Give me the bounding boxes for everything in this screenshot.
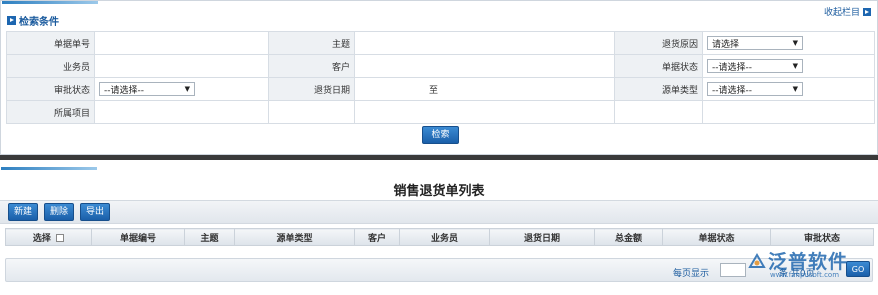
watermark-brand: 泛普软件: [768, 251, 849, 273]
expand-arrow-icon: [7, 16, 16, 25]
return-reason-value: 请选择: [712, 39, 740, 50]
list-toolbar: 新建 删除 导出: [0, 200, 878, 224]
approval-status-cell: --请选择-- ▼: [94, 77, 269, 101]
dropdown-arrow-icon: ▼: [184, 85, 190, 93]
search-panel-header: 检索条件: [7, 13, 59, 28]
search-button-row: 检索: [7, 124, 875, 147]
search-row: 单据单号 主题 退货原因 请选择 ▼: [6, 31, 875, 55]
column-header[interactable]: 主题: [184, 228, 235, 246]
search-panel: 检索条件 收起栏目 单据单号 主题 退货原因 请选择 ▼ 业务员 客户 单据状态…: [0, 0, 878, 155]
search-panel-title: 检索条件: [19, 17, 59, 28]
empty-cell: [614, 100, 703, 124]
column-header[interactable]: 审批状态: [770, 228, 874, 246]
salesperson-label: 业务员: [6, 54, 95, 78]
search-row: 业务员 客户 单据状态 --请选择-- ▼: [6, 54, 875, 78]
doc-status-cell: --请选择-- ▼: [702, 54, 875, 78]
dropdown-arrow-icon: ▼: [792, 39, 798, 47]
search-button[interactable]: 检索: [422, 126, 459, 145]
salesperson-input[interactable]: [94, 54, 269, 78]
list-table: 选择 单据编号 主题 源单类型 客户 业务员 退货日期 总金额 单据状态 审批状…: [5, 228, 874, 246]
panel-accent-bar: [2, 1, 98, 4]
column-header[interactable]: 业务员: [399, 228, 490, 246]
return-reason-cell: 请选择 ▼: [702, 31, 875, 55]
approval-status-label: 审批状态: [6, 77, 95, 101]
column-header[interactable]: 单据状态: [662, 228, 771, 246]
go-button[interactable]: GO: [846, 261, 870, 277]
column-header[interactable]: 单据编号: [91, 228, 185, 246]
per-page-label: 每页显示: [673, 269, 710, 279]
subject-input[interactable]: [354, 31, 615, 55]
watermark-url: www.fanpusoft.com: [770, 271, 840, 279]
doc-status-label: 单据状态: [614, 54, 703, 78]
date-range-separator: 至: [429, 85, 439, 96]
order-no-label: 单据单号: [6, 31, 95, 55]
empty-cell: [702, 100, 875, 124]
export-button[interactable]: 导出: [80, 203, 111, 221]
table-header-row: 选择 单据编号 主题 源单类型 客户 业务员 退货日期 总金额 单据状态 审批状…: [5, 228, 874, 246]
approval-status-select[interactable]: --请选择-- ▼: [99, 82, 195, 96]
column-header[interactable]: 退货日期: [489, 228, 595, 246]
project-input[interactable]: [94, 100, 269, 124]
select-all-checkbox[interactable]: [56, 234, 65, 242]
source-type-value: --请选择--: [712, 85, 752, 96]
column-header-select: 选择: [5, 228, 92, 246]
delete-button[interactable]: 删除: [44, 203, 75, 221]
empty-cell: [354, 100, 615, 124]
dropdown-arrow-icon: ▼: [792, 62, 798, 70]
empty-cell: [268, 100, 355, 124]
source-type-cell: --请选择-- ▼: [702, 77, 875, 101]
dropdown-arrow-icon: ▼: [792, 85, 798, 93]
list-title: 销售退货单列表: [393, 184, 485, 199]
project-label: 所属项目: [6, 100, 95, 124]
new-button[interactable]: 新建: [8, 203, 39, 221]
order-no-input[interactable]: [94, 31, 269, 55]
return-reason-select[interactable]: 请选择 ▼: [707, 36, 803, 50]
search-row: 所属项目: [6, 100, 875, 124]
column-header[interactable]: 总金额: [594, 228, 663, 246]
collapse-section-link[interactable]: 收起栏目: [824, 5, 871, 18]
search-button-cell: 检索: [7, 124, 875, 147]
customer-label: 客户: [268, 54, 355, 78]
subject-label: 主题: [268, 31, 355, 55]
column-header-label: 选择: [32, 233, 51, 244]
doc-status-value: --请选择--: [712, 62, 752, 73]
panel-accent-bar: [1, 167, 97, 170]
source-type-select[interactable]: --请选择-- ▼: [707, 82, 803, 96]
doc-status-select[interactable]: --请选择-- ▼: [707, 59, 803, 73]
column-header[interactable]: 客户: [354, 228, 400, 246]
return-date-label: 退货日期: [268, 77, 355, 101]
return-reason-label: 退货原因: [614, 31, 703, 55]
brand-watermark: 泛普软件: [748, 247, 848, 274]
customer-input[interactable]: [354, 54, 615, 78]
fanpu-logo-icon: [748, 252, 766, 269]
search-form-table: 单据单号 主题 退货原因 请选择 ▼ 业务员 客户 单据状态 --请选择-- ▼: [6, 31, 875, 147]
collapse-arrow-icon: [863, 7, 871, 16]
source-type-label: 源单类型: [614, 77, 703, 101]
list-panel: 销售退货单列表 新建 删除 导出 选择 单据编号 主题 源单类型 客户 业务员 …: [0, 160, 878, 295]
pager-bar: 每页显示 条 共0页 GO: [5, 258, 873, 282]
collapse-section-label: 收起栏目: [823, 8, 860, 18]
approval-status-value: --请选择--: [104, 85, 144, 96]
search-row: 审批状态 --请选择-- ▼ 退货日期 至 源单类型 --请选择-- ▼: [6, 77, 875, 101]
column-header[interactable]: 源单类型: [234, 228, 355, 246]
per-page-input[interactable]: [720, 263, 746, 277]
return-date-range[interactable]: 至: [354, 77, 615, 101]
